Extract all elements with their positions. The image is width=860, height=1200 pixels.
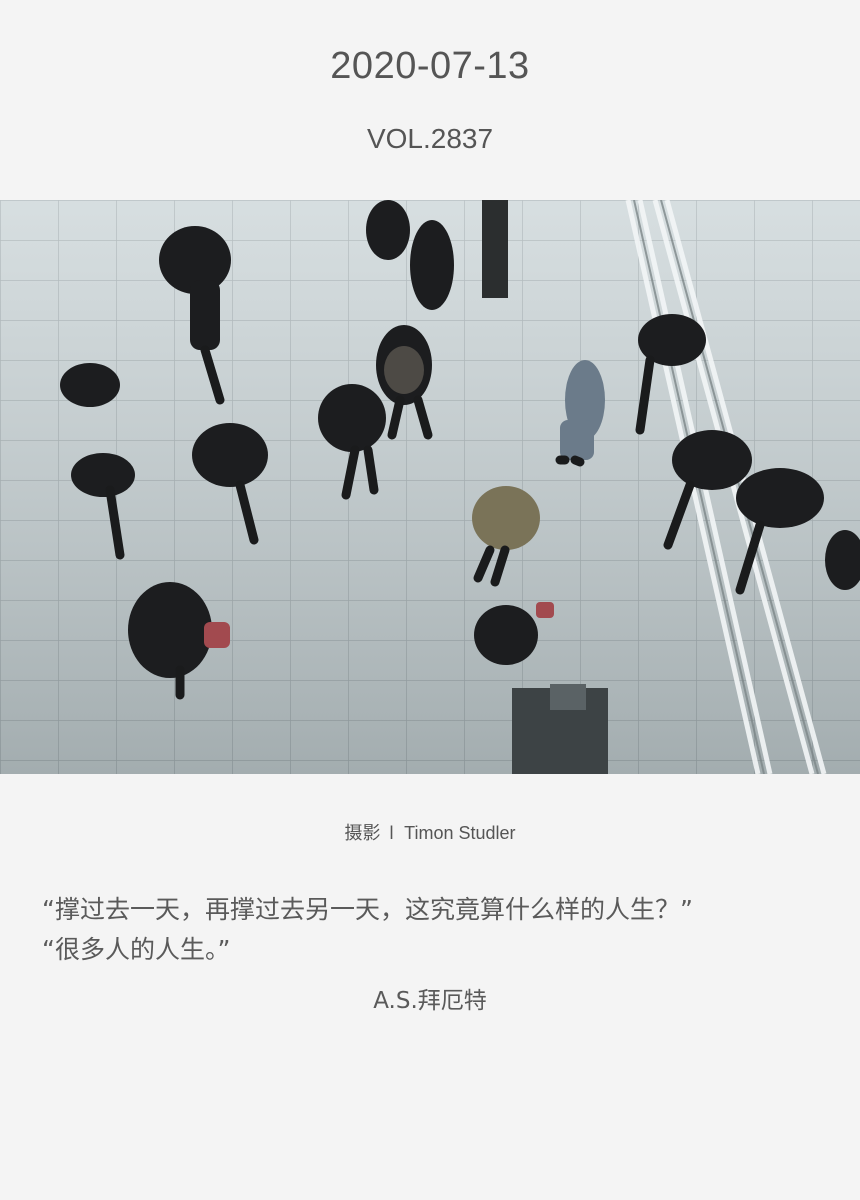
issue-date: 2020-07-13 [330,45,530,87]
photo-credit: 摄影 l Timon Studler [0,820,860,846]
photographer-name: Timon Studler [404,823,516,843]
quote-line-1: “撑过去一天，再撑过去另一天，这究竟算什么样的人生？” [42,895,693,924]
quote-line-2: “很多人的人生。” [42,935,231,964]
credit-separator: l [389,823,394,843]
cover-photo [0,200,860,774]
daily-quote: “撑过去一天，再撑过去另一天，这究竟算什么样的人生？” “很多人的人生。” [42,890,832,970]
issue-volume: VOL.2837 [366,123,494,154]
credit-prefix: 摄影 [344,823,381,843]
quote-author: A.S.拜厄特 [373,988,487,1014]
